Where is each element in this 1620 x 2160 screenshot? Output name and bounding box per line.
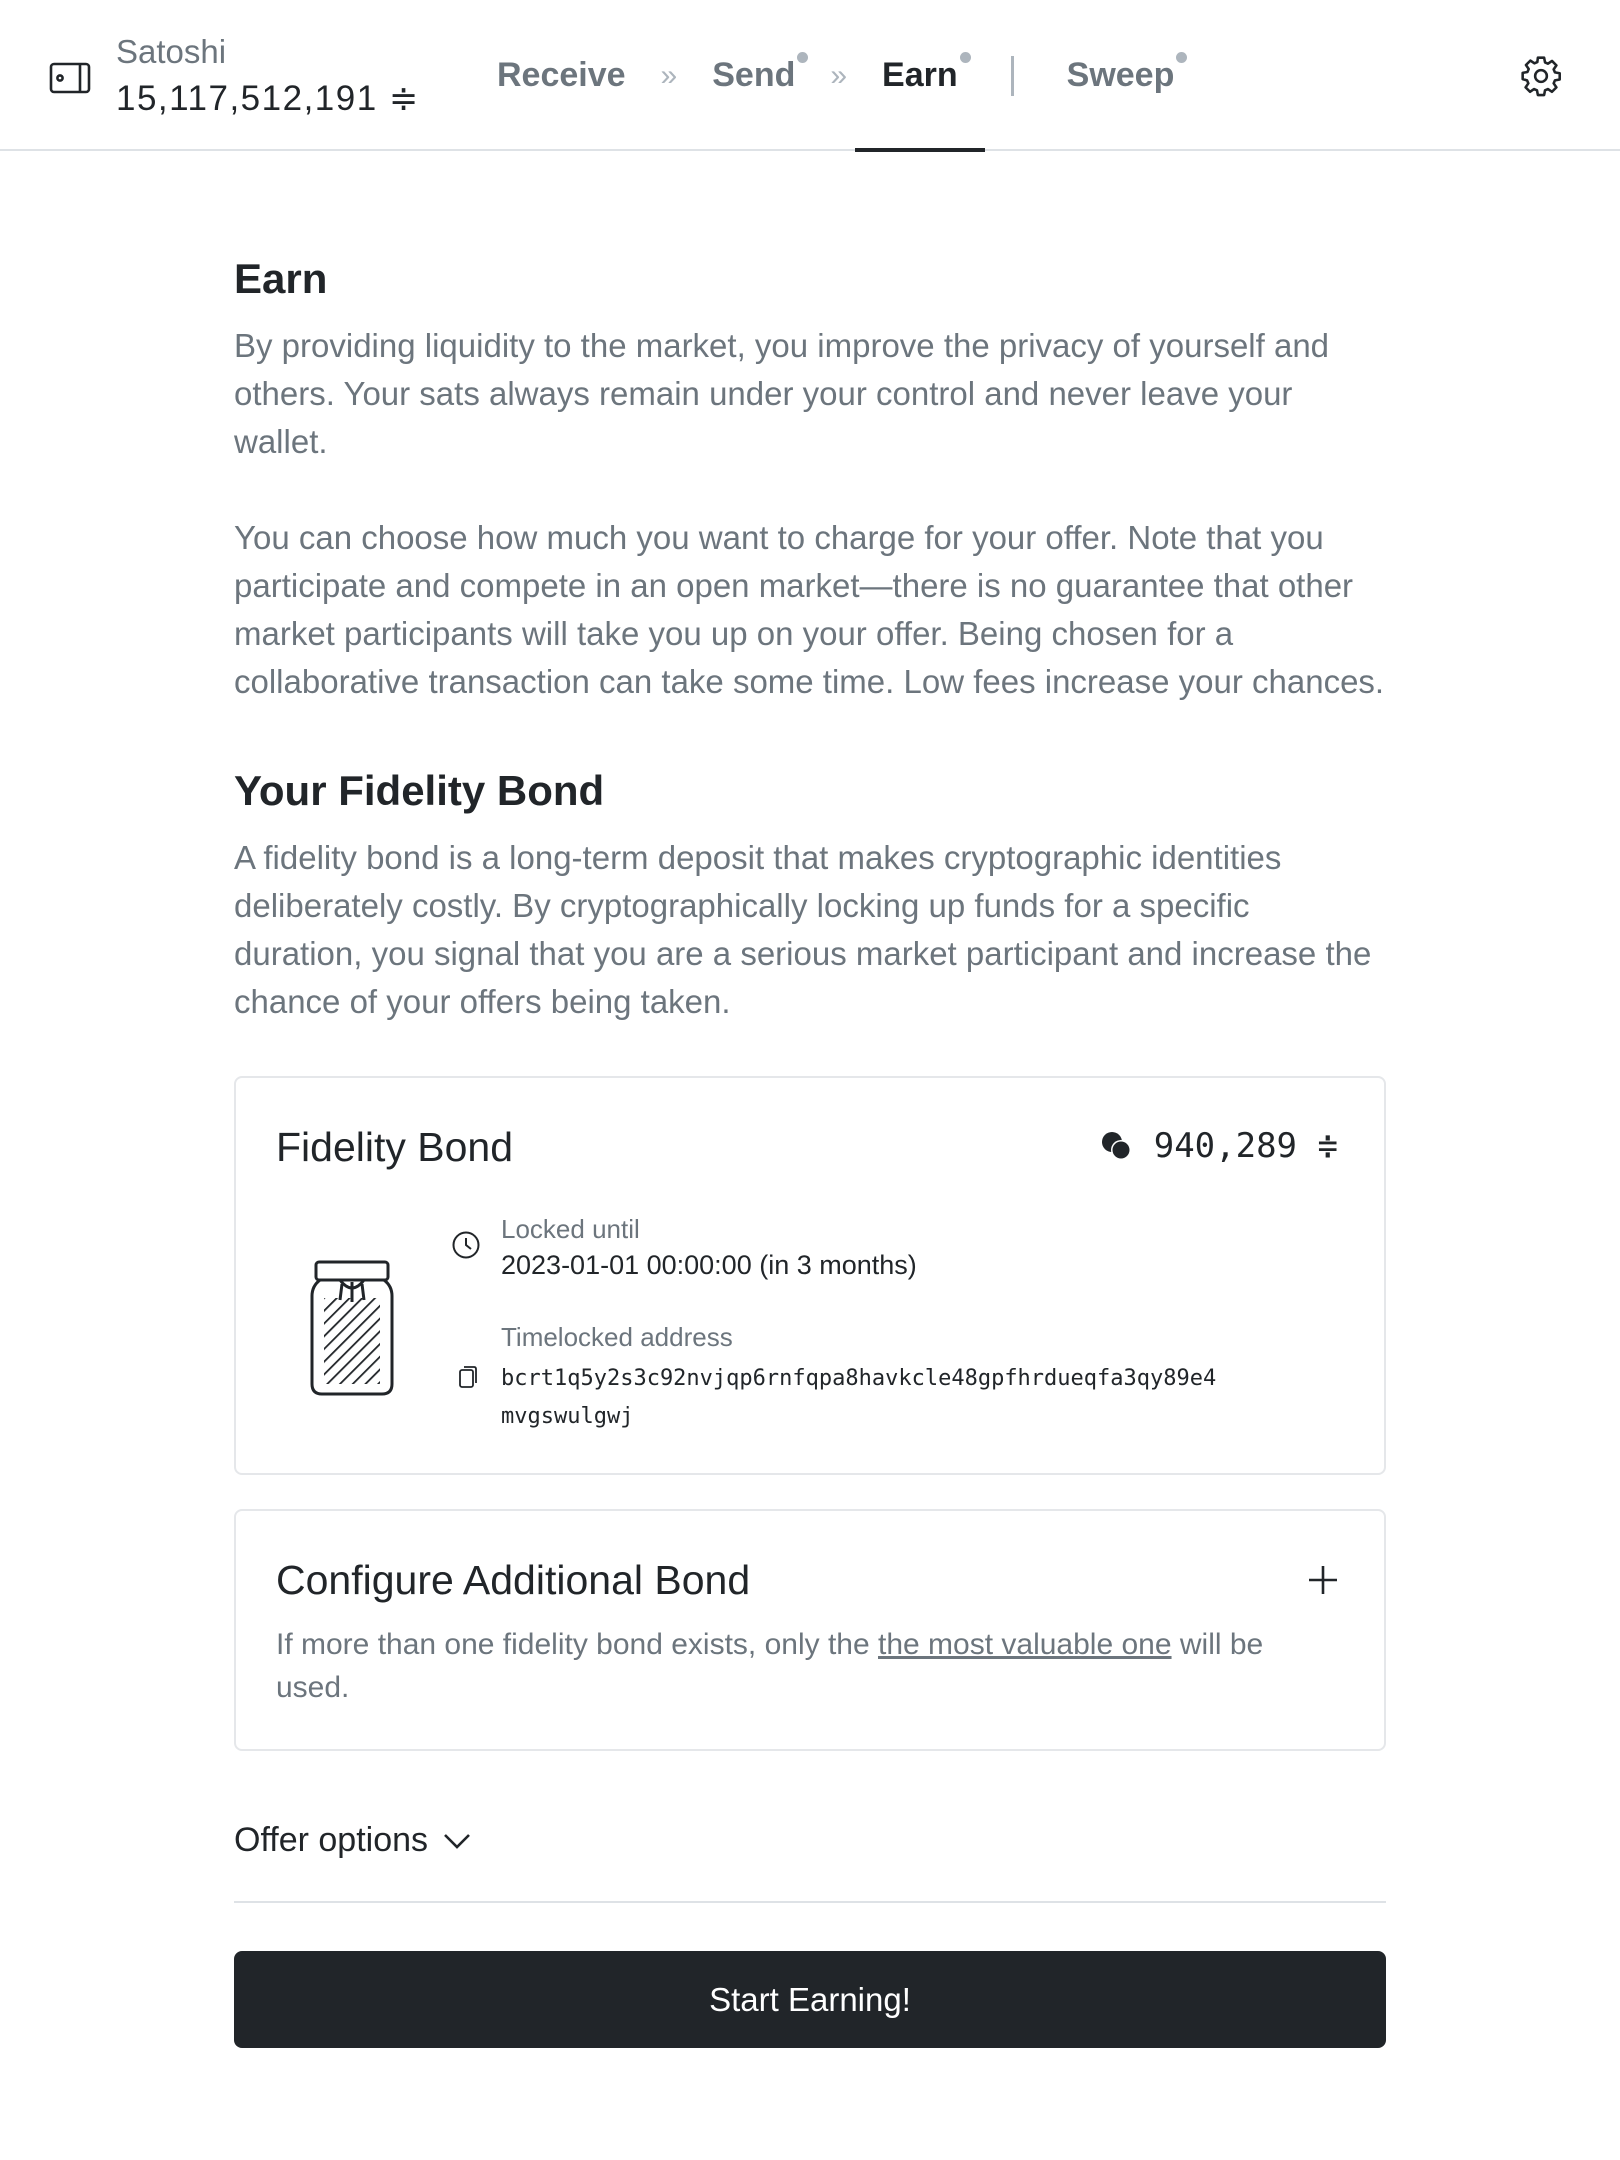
- nav-divider: [1010, 55, 1014, 96]
- configure-bond-title: Configure Additional Bond: [276, 1557, 751, 1603]
- locked-until-value: 2023-01-01 00:00:00 (in 3 months): [501, 1250, 917, 1280]
- plus-icon[interactable]: [1306, 1563, 1340, 1597]
- start-earning-button[interactable]: Start Earning!: [234, 1951, 1386, 2048]
- nav-earn[interactable]: Earn: [855, 0, 985, 152]
- nav-sweep-status-dot: [1176, 52, 1188, 63]
- fidelity-bond-amount: 940,289 ≑: [1100, 1126, 1338, 1166]
- nav-sweep[interactable]: Sweep: [1040, 0, 1202, 151]
- nav-earn-label: Earn: [882, 56, 958, 94]
- nav-separator: »: [660, 59, 678, 92]
- main-nav: Receive » Send » Earn Sweep: [470, 0, 1202, 152]
- page-title: Earn: [234, 255, 328, 302]
- fidelity-bond-title: Fidelity Bond: [276, 1124, 514, 1170]
- nav-receive-label: Receive: [497, 56, 626, 94]
- earn-description-1: By providing liquidity to the market, yo…: [234, 327, 1330, 460]
- wallet-name: Satoshi: [116, 33, 227, 70]
- most-valuable-bond-link[interactable]: the most valuable one: [878, 1628, 1172, 1661]
- nav-separator: »: [830, 59, 848, 92]
- fidelity-bond-description: A fidelity bond is a long-term deposit t…: [234, 839, 1372, 1020]
- bitcoin-unit-symbol: ≑: [388, 79, 420, 118]
- fidelity-bond-amount-value: 940,289: [1153, 1126, 1298, 1166]
- bitcoin-unit-symbol: ≑: [1317, 1126, 1338, 1166]
- offer-options-toggle[interactable]: Offer options: [234, 1817, 1386, 1903]
- timelocked-address-label: Timelocked address: [501, 1322, 733, 1352]
- nav-send[interactable]: Send: [685, 0, 822, 151]
- fidelity-bond-card: Fidelity Bond 940,289 ≑ Locked until 202…: [234, 1076, 1386, 1475]
- configure-bond-desc-text: If more than one fidelity bond exists, o…: [276, 1628, 879, 1661]
- jar-icon: [310, 1260, 394, 1396]
- coins-icon: [1101, 1132, 1131, 1160]
- nav-send-label: Send: [712, 56, 796, 94]
- wallet-balance-value: 15,117,512,191: [116, 79, 378, 118]
- locked-until-label: Locked until: [501, 1214, 640, 1244]
- configure-bond-description: If more than one fidelity bond exists, o…: [276, 1623, 1336, 1709]
- nav-send-status-dot: [797, 52, 809, 63]
- gear-icon[interactable]: [1519, 54, 1563, 98]
- wallet-icon: [49, 62, 91, 94]
- fidelity-bond-heading: Your Fidelity Bond: [234, 767, 605, 814]
- copy-icon[interactable]: [458, 1365, 478, 1389]
- configure-additional-bond-card[interactable]: Configure Additional Bond If more than o…: [234, 1509, 1386, 1751]
- offer-options-label: Offer options: [234, 1821, 429, 1859]
- clock-icon: [452, 1231, 480, 1259]
- timelocked-address-value[interactable]: bcrt1q5y2s3c92nvjqp6rnfqpa8havkcle48gpfh…: [501, 1360, 1221, 1436]
- earn-page: Earn By providing liquidity to the marke…: [234, 250, 1386, 2048]
- earn-description-2: You can choose how much you want to char…: [234, 519, 1385, 700]
- wallet-summary[interactable]: Satoshi 15,117,512,191 ≑: [48, 30, 420, 124]
- nav-receive[interactable]: Receive: [470, 0, 653, 151]
- wallet-balance: 15,117,512,191 ≑: [116, 74, 420, 124]
- top-navigation-bar: Satoshi 15,117,512,191 ≑ Receive » Send …: [0, 0, 1620, 152]
- chevron-down-icon: [444, 1834, 470, 1849]
- nav-sweep-label: Sweep: [1066, 56, 1175, 94]
- nav-earn-status-dot: [959, 52, 971, 63]
